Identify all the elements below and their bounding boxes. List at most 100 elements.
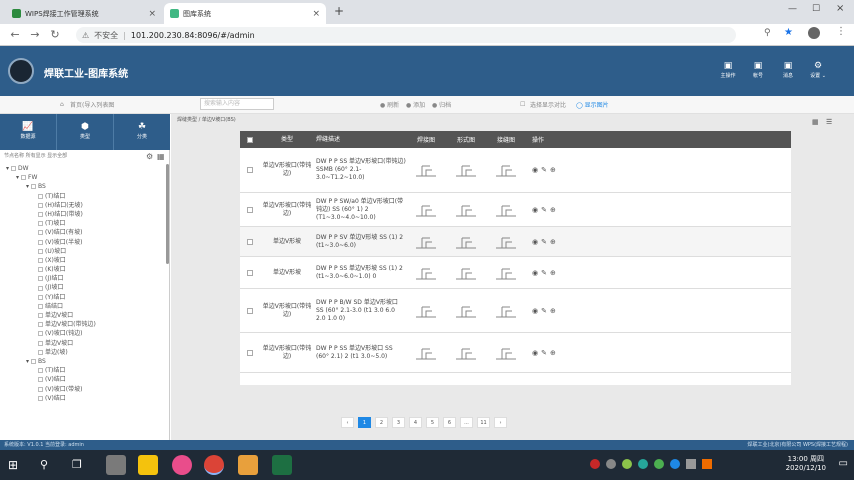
form-diagram[interactable] [452, 343, 480, 363]
grid-view-icon[interactable]: ▦ [812, 118, 819, 126]
close-window-icon[interactable]: × [836, 3, 844, 14]
row-checkbox[interactable] [247, 206, 253, 213]
tree-node[interactable]: (Y)结口 [0, 293, 166, 302]
tree-checkbox[interactable] [38, 267, 43, 273]
expand-icon[interactable]: ▾ [6, 164, 9, 173]
tree-checkbox[interactable] [38, 322, 43, 328]
app-paint-icon[interactable] [106, 455, 126, 475]
tree-checkbox[interactable] [38, 377, 43, 383]
table-row[interactable]: 单边V形坡 DW P P SS 单边V形坡 SS (1) 2 (t1~3.0~6.… [240, 257, 791, 289]
page-button[interactable]: 4 [409, 417, 422, 428]
excel-icon[interactable] [272, 455, 292, 475]
select-all-checkbox[interactable] [247, 136, 253, 143]
compare-checkbox[interactable]: ☐ [520, 101, 525, 108]
grid-view-icon[interactable]: ▦ [157, 152, 165, 161]
form-diagram[interactable] [452, 301, 480, 321]
edit-icon[interactable]: ✎ [541, 206, 547, 214]
joint-diagram[interactable] [492, 200, 520, 220]
reload-icon[interactable]: ↻ [48, 28, 62, 42]
page-button[interactable]: 11 [477, 417, 490, 428]
expand-icon[interactable]: ▾ [26, 182, 29, 191]
app-folder-icon[interactable] [238, 455, 258, 475]
page-button[interactable]: 3 [392, 417, 405, 428]
tree-checkbox[interactable] [38, 239, 43, 245]
page-button[interactable]: ... [460, 417, 473, 428]
tree-checkbox[interactable] [38, 386, 43, 392]
refresh-button[interactable]: ● 刷新 [380, 100, 399, 109]
edit-icon[interactable]: ✎ [541, 269, 547, 277]
tree-node[interactable]: (J)结口 [0, 274, 166, 283]
taskbar-clock[interactable]: 13:00 周四 2020/12/10 [786, 455, 826, 473]
tree-checkbox[interactable] [38, 212, 43, 218]
tree-checkbox[interactable] [38, 193, 43, 199]
weld-diagram[interactable] [412, 301, 440, 321]
tray-app-icon[interactable] [590, 459, 600, 469]
tree-checkbox[interactable] [31, 184, 37, 190]
col-desc[interactable]: 焊缝描述 [314, 136, 406, 144]
sidebar-tab-datasource[interactable]: 📈 数据源 [0, 114, 57, 150]
add-circle-icon[interactable]: ⊕ [550, 206, 556, 214]
row-checkbox[interactable] [247, 307, 253, 314]
view-eye-icon[interactable]: ◉ [532, 269, 538, 277]
row-checkbox[interactable] [247, 167, 253, 173]
weld-diagram[interactable] [412, 263, 440, 283]
row-checkbox[interactable] [247, 269, 253, 276]
joint-diagram[interactable] [492, 160, 520, 180]
maximize-icon[interactable]: ☐ [812, 4, 820, 14]
page-button[interactable]: 5 [426, 417, 439, 428]
tree-node[interactable]: (V)坡口(带坡) [0, 385, 166, 394]
tree-node[interactable]: (V)结口 [0, 394, 166, 403]
sidebar-filter[interactable]: 节点名称 所有显示 显示全部 [0, 152, 168, 162]
edit-icon[interactable]: ✎ [541, 307, 547, 315]
tree-node[interactable]: 单边V坡口 [0, 311, 166, 320]
row-checkbox[interactable] [247, 349, 253, 356]
expand-icon[interactable]: ▾ [16, 173, 19, 182]
view-eye-icon[interactable]: ◉ [532, 206, 538, 214]
browser-tab-gallery[interactable]: 图库系统 × [164, 3, 326, 24]
form-diagram[interactable] [452, 200, 480, 220]
home-icon[interactable]: ⌂ [60, 101, 64, 108]
sidebar-tab-category[interactable]: ☘ 分类 [114, 114, 170, 150]
tree-checkbox[interactable] [38, 276, 43, 282]
url-field[interactable]: ⚠ 不安全 | 101.200.230.84:8096/#/admin [76, 27, 736, 43]
tree-node[interactable]: (T)结口 [0, 192, 166, 201]
tree-checkbox[interactable] [38, 303, 43, 309]
header-settings-button[interactable]: ⚙ 设置 ⌄ [806, 60, 830, 86]
tree-node[interactable]: (V)结口 [0, 375, 166, 384]
tree-checkbox[interactable] [38, 349, 43, 355]
add-circle-icon[interactable]: ⊕ [550, 349, 556, 357]
tree-node[interactable]: (T)坡口 [0, 219, 166, 228]
zoom-icon[interactable]: ⚲ [764, 28, 771, 38]
weld-diagram[interactable] [412, 343, 440, 363]
form-diagram[interactable] [452, 160, 480, 180]
tree-checkbox[interactable] [38, 230, 43, 236]
header-message-button[interactable]: ▣ 消息 [776, 60, 800, 86]
joint-diagram[interactable] [492, 301, 520, 321]
tree-checkbox[interactable] [11, 166, 17, 172]
tree-node[interactable]: ▾ DW [0, 164, 166, 173]
view-eye-icon[interactable]: ◉ [532, 307, 538, 315]
tree-checkbox[interactable] [38, 294, 43, 300]
header-main-button[interactable]: ▣ 主操作 [716, 60, 740, 86]
row-checkbox[interactable] [247, 238, 253, 245]
weld-diagram[interactable] [412, 232, 440, 252]
sidebar-scrollbar[interactable] [166, 164, 169, 264]
table-row[interactable]: 单边V形坡口(带钝边) DW P P SS 单边V形坡口(带钝边) SSMB (6… [240, 148, 791, 193]
tree-checkbox[interactable] [38, 313, 43, 319]
tree-checkbox[interactable] [21, 175, 27, 181]
app-browser-icon[interactable] [172, 455, 192, 475]
view-eye-icon[interactable]: ◉ [532, 349, 538, 357]
tray-app-icon[interactable] [670, 459, 680, 469]
tree-node[interactable]: ▾ BS [0, 182, 166, 191]
tree-checkbox[interactable] [38, 285, 43, 291]
tray-app-icon[interactable] [654, 459, 664, 469]
tree-node[interactable]: 单边V坡口 [0, 339, 166, 348]
windows-start-icon[interactable]: ⊞ [8, 458, 18, 472]
tree-checkbox[interactable] [38, 202, 43, 208]
tree-node[interactable]: (K)坡口 [0, 265, 166, 274]
profile-avatar[interactable] [808, 27, 820, 39]
menu-kebab-icon[interactable]: ⋮ [836, 26, 846, 37]
tree-checkbox[interactable] [38, 340, 43, 346]
edit-icon[interactable]: ✎ [541, 349, 547, 357]
header-account-button[interactable]: ▣ 帐号 [746, 60, 770, 86]
